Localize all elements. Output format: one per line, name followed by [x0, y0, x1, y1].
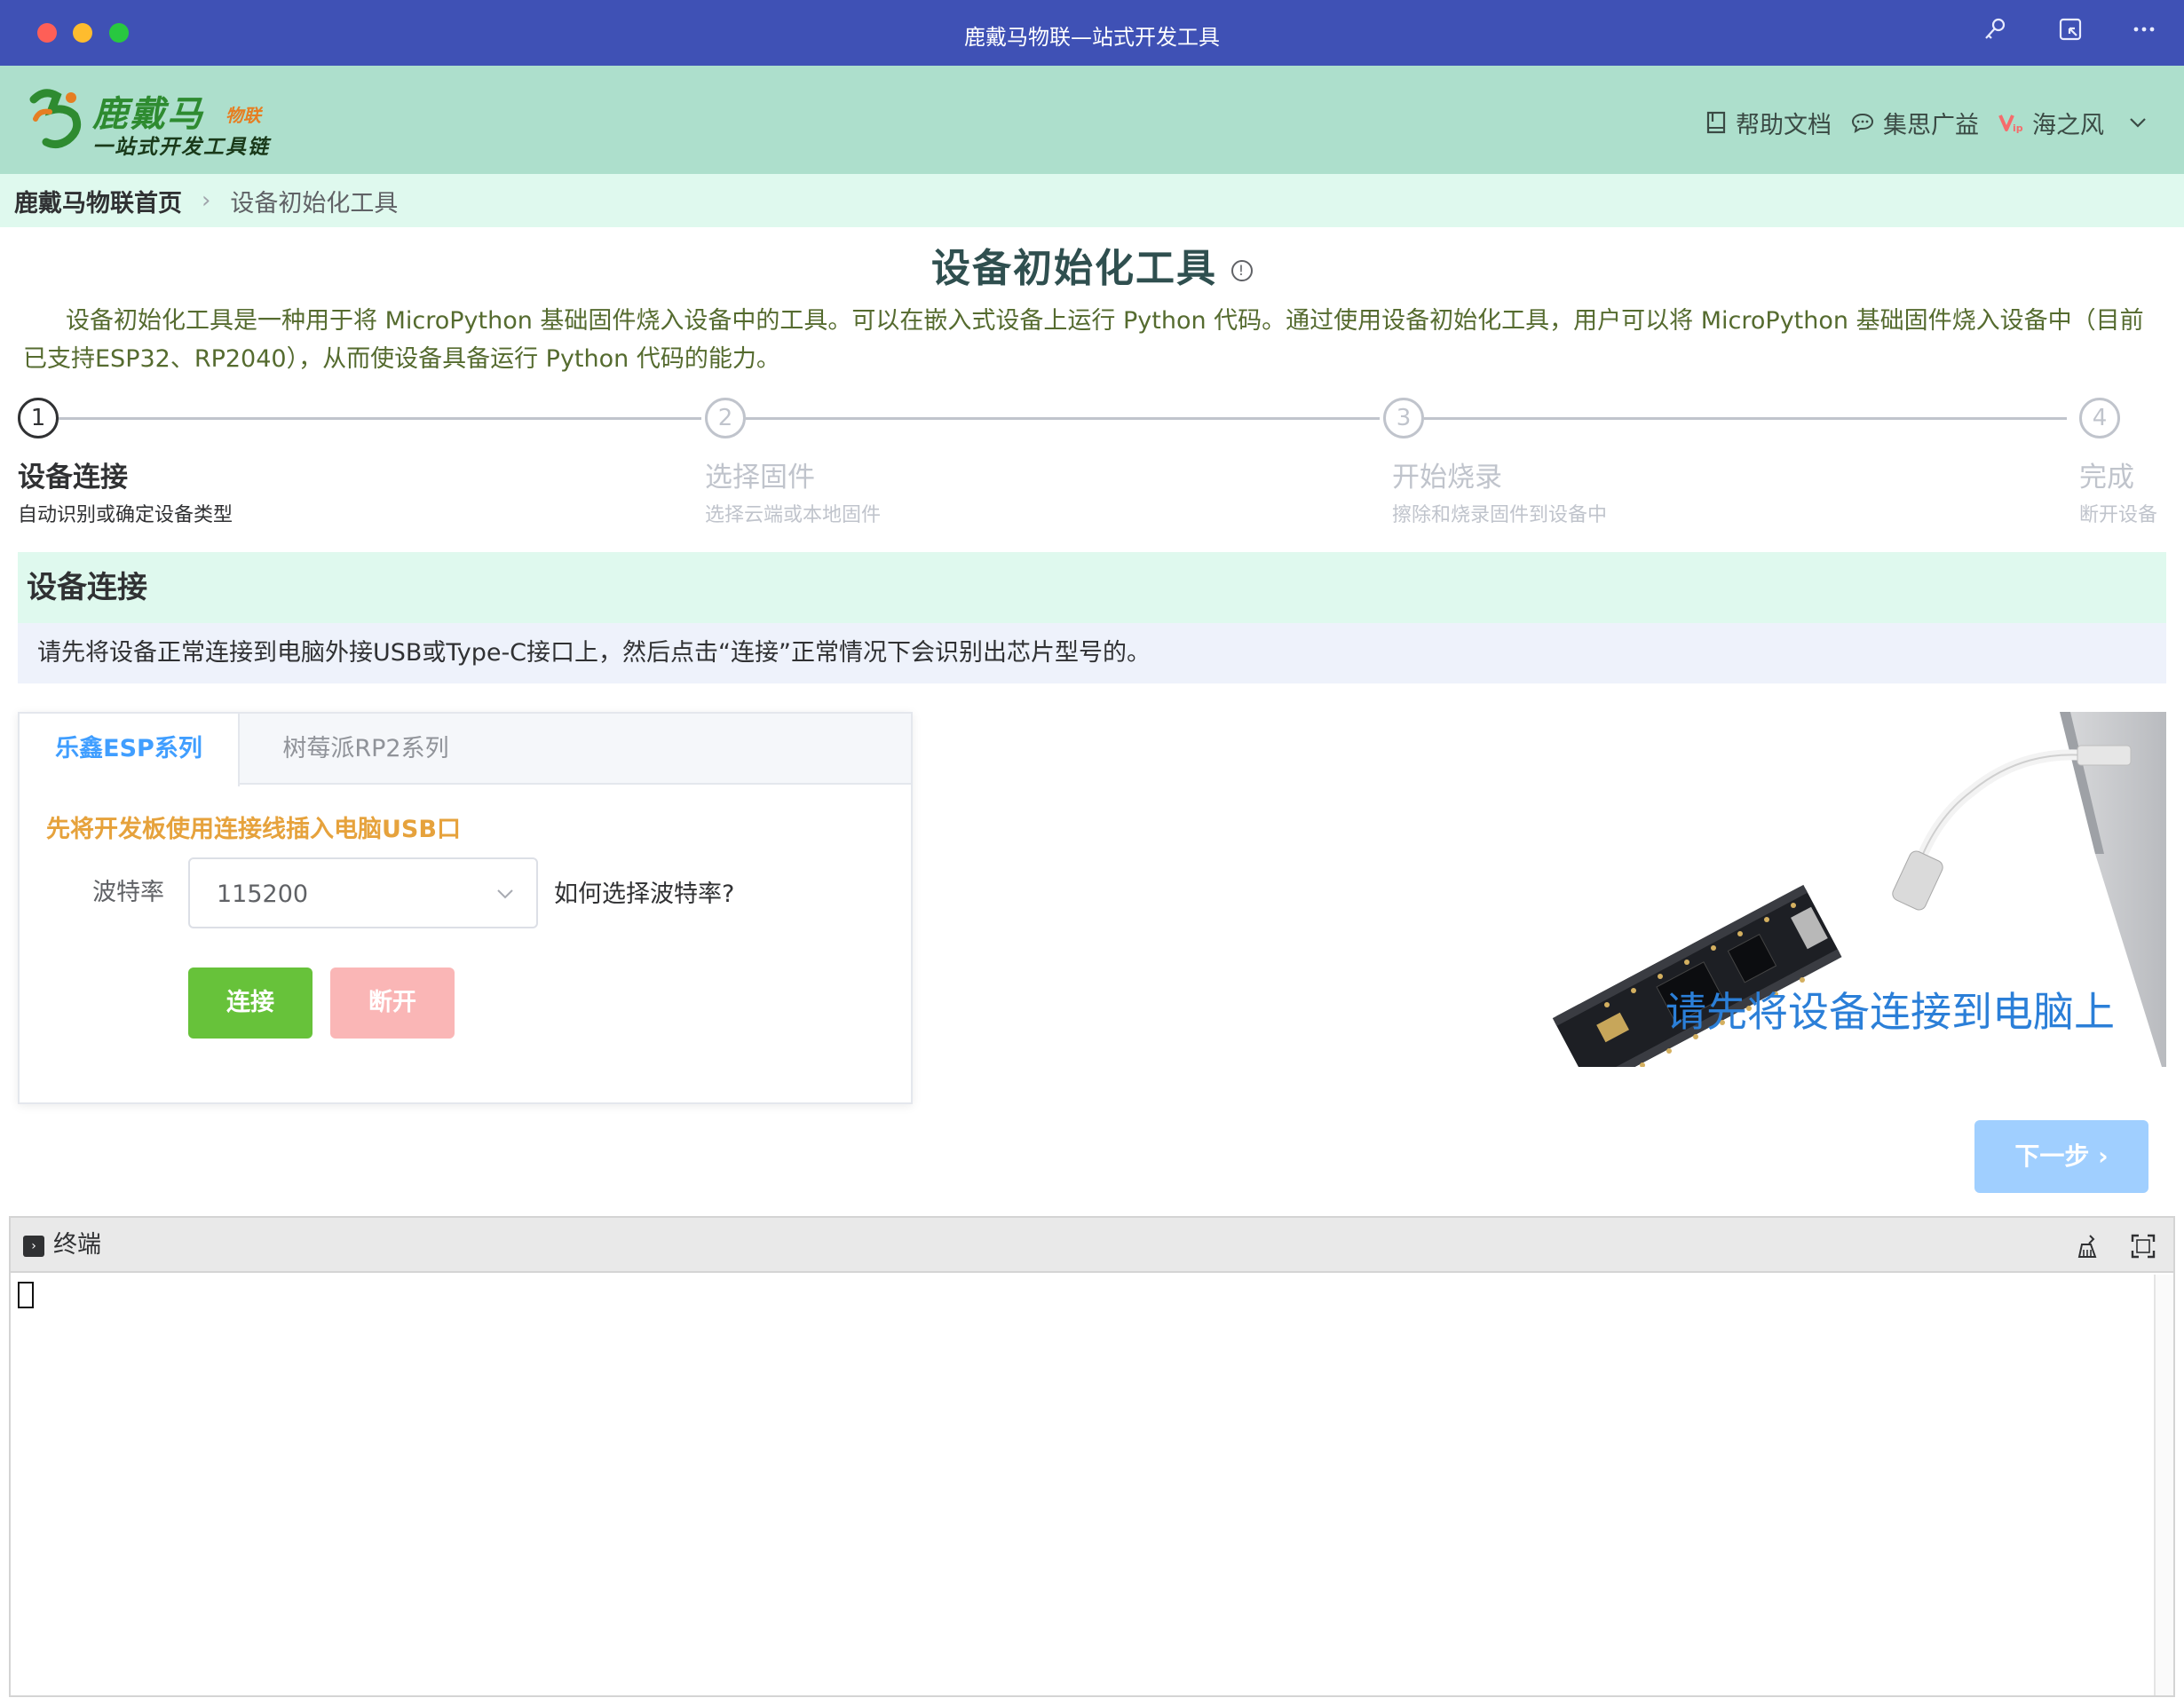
- header-links: 帮助文档 集思广益 ip 海之风: [1705, 105, 2148, 140]
- step-2-number: 2: [705, 398, 746, 438]
- terminal-cursor: [18, 1282, 34, 1308]
- breadcrumb-separator-icon: ›: [202, 187, 211, 214]
- feedback-link[interactable]: 集思广益: [1851, 106, 1979, 140]
- chip-family-tabs: 乐鑫ESP系列 树莓派RP2系列: [20, 714, 911, 786]
- inspect-icon[interactable]: [2053, 16, 2087, 50]
- breadcrumb-current: 设备初始化工具: [230, 189, 399, 217]
- window-title: 鹿戴马物联—站式开发工具: [964, 25, 1220, 50]
- breadcrumb: 鹿戴马物联首页 › 设备初始化工具: [0, 174, 2184, 227]
- fullscreen-icon[interactable]: [2129, 1232, 2157, 1260]
- step-connector: [1424, 417, 2067, 420]
- vip-icon: ip: [1998, 115, 2023, 133]
- feedback-label: 集思广益: [1883, 111, 1979, 139]
- svg-text:ip: ip: [2013, 122, 2023, 133]
- step-2-desc: 选择云端或本地固件: [705, 504, 882, 526]
- baud-rate-select[interactable]: 115200: [188, 857, 538, 928]
- key-icon[interactable]: [1978, 16, 2012, 50]
- terminal-icon: ›: [23, 1236, 44, 1257]
- steps: 1 设备连接 自动识别或确定设备类型 2 选择固件 选择云端或本地固件 3 开始…: [18, 396, 2166, 529]
- logo-mark-icon: [29, 89, 82, 149]
- app-header: 鹿戴马 物联 一站式开发工具链 帮助文档 集思广益 ip 海之风: [0, 66, 2184, 174]
- baud-rate-help-link[interactable]: 如何选择波特率?: [554, 877, 734, 912]
- disconnect-button[interactable]: 断开: [330, 968, 455, 1039]
- step-1-desc: 自动识别或确定设备类型: [18, 504, 233, 526]
- help-docs-label: 帮助文档: [1736, 111, 1832, 139]
- step-connector: [59, 417, 701, 420]
- more-options-icon[interactable]: [2127, 16, 2161, 50]
- step-1-number: 1: [18, 398, 59, 438]
- logo-sub: 物联: [226, 105, 261, 126]
- terminal-scrollbar[interactable]: [2154, 1275, 2173, 1695]
- page-title-text: 设备初始化工具: [931, 246, 1217, 291]
- clear-terminal-icon[interactable]: [2074, 1232, 2102, 1260]
- step-1-title: 设备连接: [18, 462, 128, 494]
- step-3-title: 开始烧录: [1392, 462, 1502, 494]
- step-3-number: 3: [1383, 398, 1424, 438]
- section-title: 设备连接: [18, 552, 2166, 623]
- step-4-number: 4: [2079, 398, 2120, 438]
- baud-rate-label: 波特率: [92, 879, 164, 906]
- step-connector: [746, 417, 1380, 420]
- book-icon: [1706, 111, 1726, 134]
- tab-rp2[interactable]: 树莓派RP2系列: [241, 714, 490, 785]
- chat-icon: [1851, 113, 1874, 133]
- logo-tagline: 一站式开发工具链: [92, 136, 270, 159]
- logo[interactable]: 鹿戴马 物联 一站式开发工具链: [27, 83, 293, 160]
- terminal-header: › 终端: [11, 1218, 2173, 1273]
- illustration-caption: 请先将设备连接到电脑上: [1666, 988, 2115, 1036]
- section-note: 请先将设备正常连接到电脑外接USB或Type-C接口上，然后点击“连接”正常情况…: [18, 623, 2166, 683]
- terminal-panel: › 终端: [9, 1216, 2175, 1697]
- terminal-title: 终端: [53, 1231, 101, 1259]
- user-menu[interactable]: ip 海之风: [1998, 106, 2148, 140]
- breadcrumb-home[interactable]: 鹿戴马物联首页: [14, 184, 182, 218]
- help-docs-link[interactable]: 帮助文档: [1705, 106, 1832, 140]
- step-3-desc: 擦除和烧录固件到设备中: [1392, 504, 1608, 526]
- info-icon[interactable]: !: [1231, 260, 1253, 281]
- connect-hint: 先将开发板使用连接线插入电脑USB口: [46, 816, 461, 843]
- user-name: 海之风: [2032, 111, 2104, 139]
- terminal-output[interactable]: [11, 1275, 2173, 1695]
- chevron-down-icon: [497, 889, 513, 899]
- page-title: 设备初始化工具!: [0, 236, 2184, 293]
- chevron-down-icon[interactable]: [2127, 112, 2148, 133]
- next-step-button[interactable]: 下一步 ›: [1974, 1120, 2148, 1193]
- device-illustration: 请先将设备连接到电脑上: [1456, 712, 2166, 1091]
- page-intro: 设备初始化工具是一种用于将 MicroPython 基础固件烧入设备中的工具。可…: [23, 307, 2144, 373]
- connection-card: 乐鑫ESP系列 树莓派RP2系列 先将开发板使用连接线插入电脑USB口 波特率 …: [18, 712, 913, 1104]
- step-4-desc: 断开设备: [2079, 504, 2158, 526]
- connect-button[interactable]: 连接: [188, 968, 313, 1039]
- baud-rate-value: 115200: [217, 881, 309, 908]
- step-2-title: 选择固件: [705, 462, 815, 494]
- step-4-title: 完成: [2079, 462, 2134, 494]
- window-titlebar: 鹿戴马物联—站式开发工具: [0, 0, 2184, 66]
- tab-esp[interactable]: 乐鑫ESP系列: [20, 714, 240, 786]
